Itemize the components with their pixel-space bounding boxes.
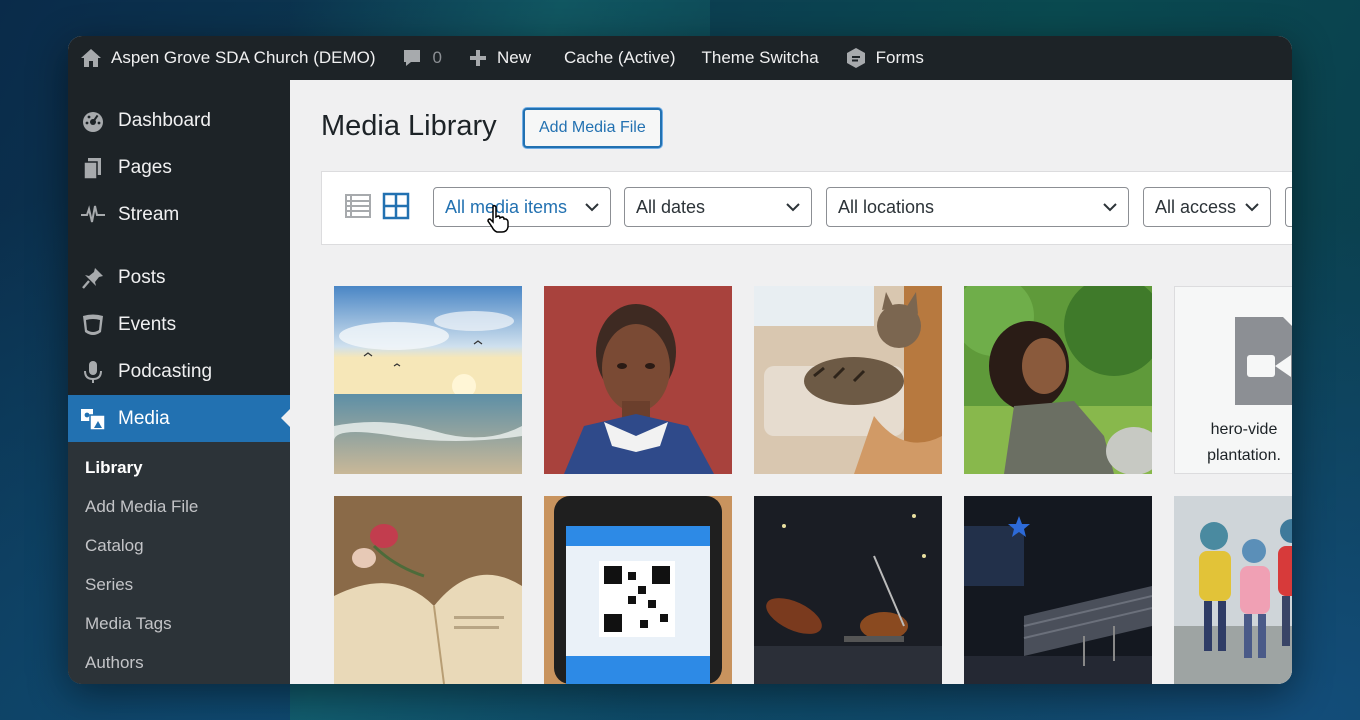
- chevron-down-icon: [1103, 203, 1117, 212]
- page-title: Media Library: [321, 110, 497, 142]
- pointer-cursor-icon: [487, 204, 509, 233]
- main-content: Media Library Add Media File All media i…: [290, 80, 1292, 684]
- menu-label: Podcasting: [118, 360, 213, 382]
- media-thumbnail-stage-violins[interactable]: [754, 496, 942, 684]
- theme-label: Theme Switcha: [701, 48, 819, 67]
- menu-item-podcasting[interactable]: Podcasting: [68, 348, 290, 395]
- menu-item-stream[interactable]: Stream: [68, 191, 290, 238]
- grid-view-icon[interactable]: [382, 192, 410, 220]
- media-submenu: Library Add Media File Catalog Series Me…: [68, 442, 290, 684]
- chevron-down-icon: [786, 203, 800, 212]
- new-content-link[interactable]: New: [455, 36, 544, 80]
- media-thumbnail-church-stage[interactable]: [964, 496, 1152, 684]
- pin-icon: [80, 265, 106, 291]
- chevron-down-icon: [585, 203, 599, 212]
- forms-link[interactable]: Forms: [832, 36, 937, 80]
- media-thumbnail-children-backpacks[interactable]: [1174, 496, 1292, 684]
- media-thumbnail-cat[interactable]: [754, 286, 942, 474]
- forms-icon: [846, 48, 865, 68]
- submenu-library[interactable]: Library: [68, 448, 290, 487]
- media-type-select[interactable]: All media items: [433, 187, 611, 227]
- search-field[interactable]: [1285, 187, 1292, 227]
- comments-count: 0: [432, 48, 442, 67]
- pages-icon: [80, 155, 106, 181]
- file-name: hero-vide plantation.: [1207, 421, 1281, 464]
- site-name-link[interactable]: Aspen Grove SDA Church (DEMO): [68, 36, 389, 80]
- locations-value: All locations: [838, 196, 935, 217]
- submenu-catalog[interactable]: Catalog: [68, 526, 290, 565]
- menu-item-posts[interactable]: Posts: [68, 254, 290, 301]
- stream-icon: [80, 202, 106, 228]
- media-icon: [80, 406, 106, 432]
- cache-label: Cache (Active): [564, 48, 676, 67]
- media-thumbnail-beach[interactable]: [334, 286, 522, 474]
- menu-label: Media: [118, 407, 170, 429]
- events-icon: [80, 312, 106, 338]
- browser-window: Aspen Grove SDA Church (DEMO) 0 New Cach…: [68, 36, 1292, 684]
- dashboard-icon: [80, 108, 106, 134]
- theme-switcha-link[interactable]: Theme Switcha: [689, 36, 832, 80]
- menu-item-media[interactable]: Media: [68, 395, 290, 442]
- media-thumbnail-book-rose[interactable]: [334, 496, 522, 684]
- dates-select[interactable]: All dates: [624, 187, 812, 227]
- locations-select[interactable]: All locations: [826, 187, 1129, 227]
- new-label: New: [497, 48, 532, 67]
- admin-bar: Aspen Grove SDA Church (DEMO) 0 New Cach…: [68, 36, 1292, 80]
- add-media-file-button[interactable]: Add Media File: [523, 108, 662, 148]
- menu-label: Pages: [118, 156, 172, 178]
- menu-label: Posts: [118, 266, 166, 288]
- list-view-icon[interactable]: [344, 192, 372, 220]
- cache-link[interactable]: Cache (Active): [544, 36, 688, 80]
- menu-label: Stream: [118, 203, 180, 225]
- forms-label: Forms: [875, 48, 924, 67]
- submenu-media-tags[interactable]: Media Tags: [68, 604, 290, 643]
- comments-link[interactable]: 0: [389, 36, 455, 80]
- dates-value: All dates: [636, 196, 706, 217]
- menu-item-pages[interactable]: Pages: [68, 144, 290, 191]
- media-thumbnail-video-file[interactable]: hero-vide plantation.: [1174, 286, 1292, 474]
- access-select[interactable]: All access: [1143, 187, 1271, 227]
- site-name: Aspen Grove SDA Church (DEMO): [111, 48, 376, 67]
- menu-item-events[interactable]: Events: [68, 301, 290, 348]
- microphone-icon: [80, 359, 106, 385]
- submenu-authors[interactable]: Authors: [68, 643, 290, 682]
- media-thumbnail-portrait[interactable]: [544, 286, 732, 474]
- menu-label: Dashboard: [118, 109, 211, 131]
- plus-icon: [470, 50, 486, 66]
- media-toolbar: All media items All dates All locations …: [321, 171, 1292, 245]
- admin-sidebar: Dashboard Pages Stream Posts Events Podc…: [68, 80, 290, 684]
- menu-label: Events: [118, 313, 177, 335]
- chevron-down-icon: [1245, 203, 1259, 212]
- access-value: All access: [1155, 196, 1237, 217]
- submenu-series[interactable]: Series: [68, 565, 290, 604]
- media-thumbnail-woman-outdoors[interactable]: [964, 286, 1152, 474]
- menu-item-dashboard[interactable]: Dashboard: [68, 97, 290, 144]
- media-thumbnail-phone-qr[interactable]: [544, 496, 732, 684]
- video-file-icon: [1235, 317, 1292, 405]
- home-icon: [81, 49, 101, 67]
- submenu-add-media-file[interactable]: Add Media File: [68, 487, 290, 526]
- comment-icon: [403, 50, 420, 66]
